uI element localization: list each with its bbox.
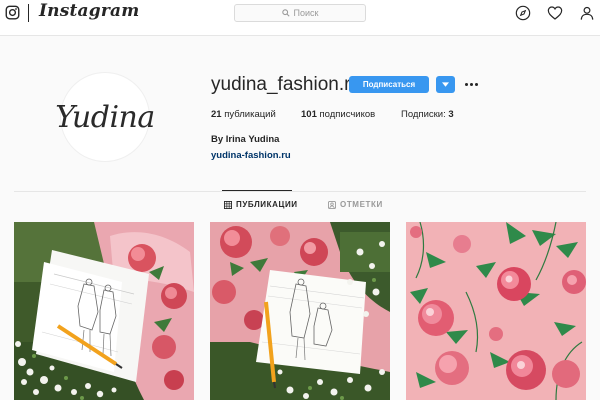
post-thumbnail-2[interactable] bbox=[210, 222, 390, 400]
user-icon[interactable] bbox=[579, 5, 595, 21]
more-options-button[interactable] bbox=[462, 76, 480, 93]
posts-count-stat: 21 публикаций bbox=[211, 109, 276, 120]
fashion-sketch-photo bbox=[210, 222, 390, 400]
tab-tagged-label: ОТМЕТКИ bbox=[340, 200, 383, 209]
search-placeholder: Поиск bbox=[293, 8, 319, 18]
post-thumbnail-3[interactable] bbox=[406, 222, 586, 400]
follow-button[interactable]: Подписаться bbox=[349, 76, 429, 93]
more-options-icon bbox=[464, 83, 468, 86]
heart-icon[interactable] bbox=[547, 5, 563, 21]
tag-icon bbox=[328, 200, 336, 209]
post-thumbnail-1[interactable] bbox=[14, 222, 194, 400]
profile-username: yudina_fashion.ru bbox=[211, 74, 361, 95]
peony-print-photo bbox=[406, 222, 586, 400]
profile-avatar[interactable]: Yudina bbox=[55, 72, 155, 162]
fashion-sketch-photo bbox=[14, 222, 194, 400]
search-input[interactable]: Поиск bbox=[234, 4, 366, 22]
instagram-camera-icon[interactable] bbox=[5, 5, 20, 20]
chevron-down-icon bbox=[442, 82, 449, 87]
instagram-wordmark[interactable]: Instagram bbox=[39, 1, 139, 21]
posts-label: публикаций bbox=[224, 109, 276, 120]
active-tab-indicator bbox=[222, 190, 292, 191]
followers-label: подписчиков bbox=[319, 109, 376, 120]
explore-compass-icon[interactable] bbox=[515, 5, 531, 21]
search-icon bbox=[281, 9, 290, 17]
top-navigation-bar: Instagram Поиск bbox=[0, 0, 600, 36]
profile-full-name: By Irina Yudina bbox=[211, 134, 280, 145]
posts-count: 21 bbox=[211, 109, 222, 120]
avatar-logo-text: Yudina bbox=[55, 99, 155, 135]
following-count-stat[interactable]: Подписки: 3 bbox=[401, 109, 454, 120]
tab-posts[interactable]: ПУБЛИКАЦИИ bbox=[224, 200, 298, 209]
tab-tagged[interactable]: ОТМЕТКИ bbox=[328, 200, 383, 209]
tabs-divider bbox=[14, 191, 586, 192]
grid-icon bbox=[224, 200, 232, 209]
following-count: 3 bbox=[448, 109, 454, 120]
tab-posts-label: ПУБЛИКАЦИИ bbox=[236, 200, 298, 209]
following-label: Подписки: bbox=[401, 109, 446, 120]
suggestions-dropdown-button[interactable] bbox=[436, 76, 455, 93]
followers-count: 101 bbox=[301, 109, 317, 120]
logo-divider bbox=[28, 4, 29, 22]
followers-count-stat[interactable]: 101 подписчиков bbox=[301, 109, 375, 120]
profile-website-link[interactable]: yudina-fashion.ru bbox=[211, 150, 291, 161]
